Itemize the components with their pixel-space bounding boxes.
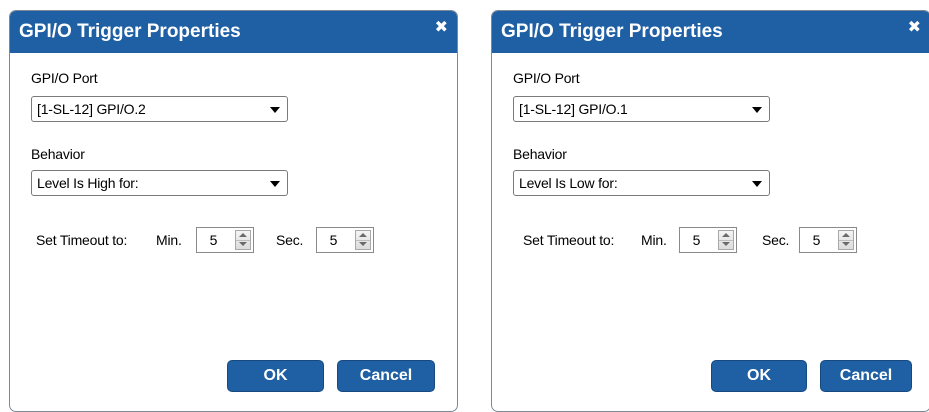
trigger-properties-dialog: GPI/O Trigger Properties ✖ GPI/O Port [1…: [491, 10, 929, 412]
sec-label: Sec.: [276, 232, 304, 248]
min-label: Min.: [641, 232, 667, 248]
chevron-down-icon: [270, 107, 280, 113]
dialog-title: GPI/O Trigger Properties: [501, 21, 723, 42]
gpio-port-value: [1-SL-12] GPI/O.2: [37, 101, 146, 117]
ok-button[interactable]: OK: [227, 360, 324, 392]
gpio-port-label: GPI/O Port: [31, 70, 98, 86]
cancel-button[interactable]: Cancel: [820, 360, 912, 392]
stepper-buttons: [838, 230, 854, 250]
gpio-port-value: [1-SL-12] GPI/O.1: [519, 101, 628, 117]
gpio-port-select[interactable]: [1-SL-12] GPI/O.2: [31, 96, 288, 122]
decrement-arrow-icon[interactable]: [236, 240, 250, 249]
close-icon[interactable]: ✖: [435, 20, 448, 36]
decrement-arrow-icon[interactable]: [839, 240, 853, 249]
min-stepper[interactable]: 5: [679, 227, 737, 253]
decrement-arrow-icon[interactable]: [356, 240, 370, 249]
sec-value[interactable]: 5: [800, 228, 833, 252]
sec-value[interactable]: 5: [317, 228, 350, 252]
stepper-buttons: [718, 230, 734, 250]
sec-stepper[interactable]: 5: [799, 227, 857, 253]
dialog-title: GPI/O Trigger Properties: [19, 21, 241, 42]
chevron-down-icon: [752, 107, 762, 113]
sec-label: Sec.: [762, 232, 790, 248]
ok-button[interactable]: OK: [711, 360, 807, 392]
chevron-down-icon: [270, 181, 280, 187]
dialog-titlebar[interactable]: GPI/O Trigger Properties ✖: [492, 11, 929, 53]
min-value[interactable]: 5: [197, 228, 230, 252]
behavior-label: Behavior: [31, 146, 85, 162]
behavior-label: Behavior: [513, 146, 567, 162]
timeout-label: Set Timeout to:: [36, 232, 128, 248]
min-label: Min.: [156, 232, 182, 248]
behavior-select[interactable]: Level Is High for:: [31, 170, 288, 196]
behavior-value: Level Is High for:: [37, 175, 139, 191]
close-icon[interactable]: ✖: [908, 20, 921, 36]
sec-stepper[interactable]: 5: [316, 227, 374, 253]
chevron-down-icon: [752, 181, 762, 187]
behavior-value: Level Is Low for:: [519, 175, 618, 191]
dialog-titlebar[interactable]: GPI/O Trigger Properties ✖: [10, 11, 457, 53]
min-value[interactable]: 5: [680, 228, 713, 252]
behavior-select[interactable]: Level Is Low for:: [513, 170, 770, 196]
gpio-port-select[interactable]: [1-SL-12] GPI/O.1: [513, 96, 770, 122]
decrement-arrow-icon[interactable]: [719, 240, 733, 249]
timeout-label: Set Timeout to:: [523, 232, 615, 248]
min-stepper[interactable]: 5: [196, 227, 254, 253]
cancel-button[interactable]: Cancel: [337, 360, 435, 392]
trigger-properties-dialog: GPI/O Trigger Properties ✖ GPI/O Port [1…: [9, 10, 458, 412]
stepper-buttons: [355, 230, 371, 250]
stepper-buttons: [235, 230, 251, 250]
gpio-port-label: GPI/O Port: [513, 70, 580, 86]
